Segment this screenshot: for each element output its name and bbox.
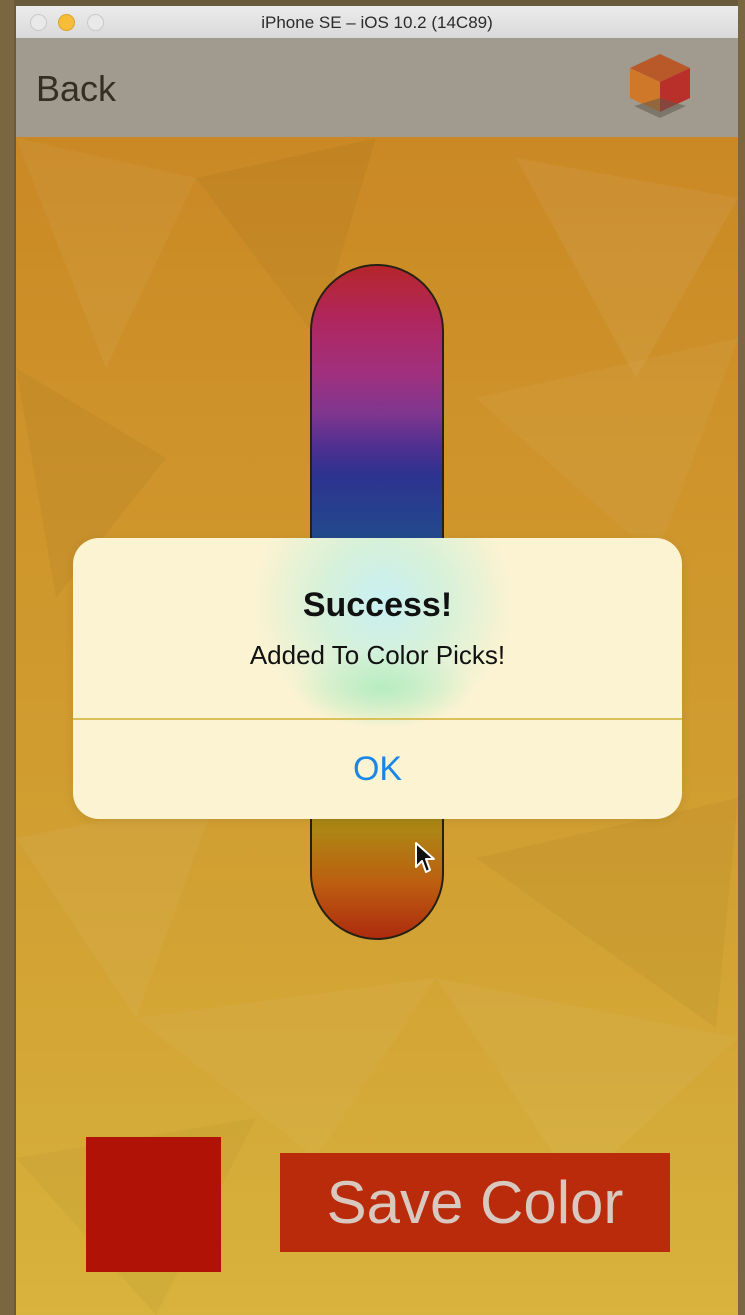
alert-message: Added To Color Picks!: [249, 640, 506, 670]
window-right-edge: [738, 0, 745, 1315]
phone-screen: Back Success! Added To Color Picks! OK S…: [16, 38, 738, 1315]
mouse-pointer-icon: [415, 842, 435, 873]
alert-title: Success!: [302, 586, 453, 624]
simulator-titlebar: iPhone SE – iOS 10.2 (14C89): [16, 6, 738, 39]
window-left-edge: [0, 0, 14, 1315]
window-title: iPhone SE – iOS 10.2 (14C89): [261, 13, 493, 32]
save-color-button[interactable]: Save Color: [280, 1153, 670, 1252]
selected-color-swatch: [86, 1137, 221, 1272]
alert-glow: [253, 538, 513, 728]
success-alert-dialog: Success! Added To Color Picks! OK: [73, 538, 682, 819]
ok-button[interactable]: OK: [73, 720, 682, 819]
